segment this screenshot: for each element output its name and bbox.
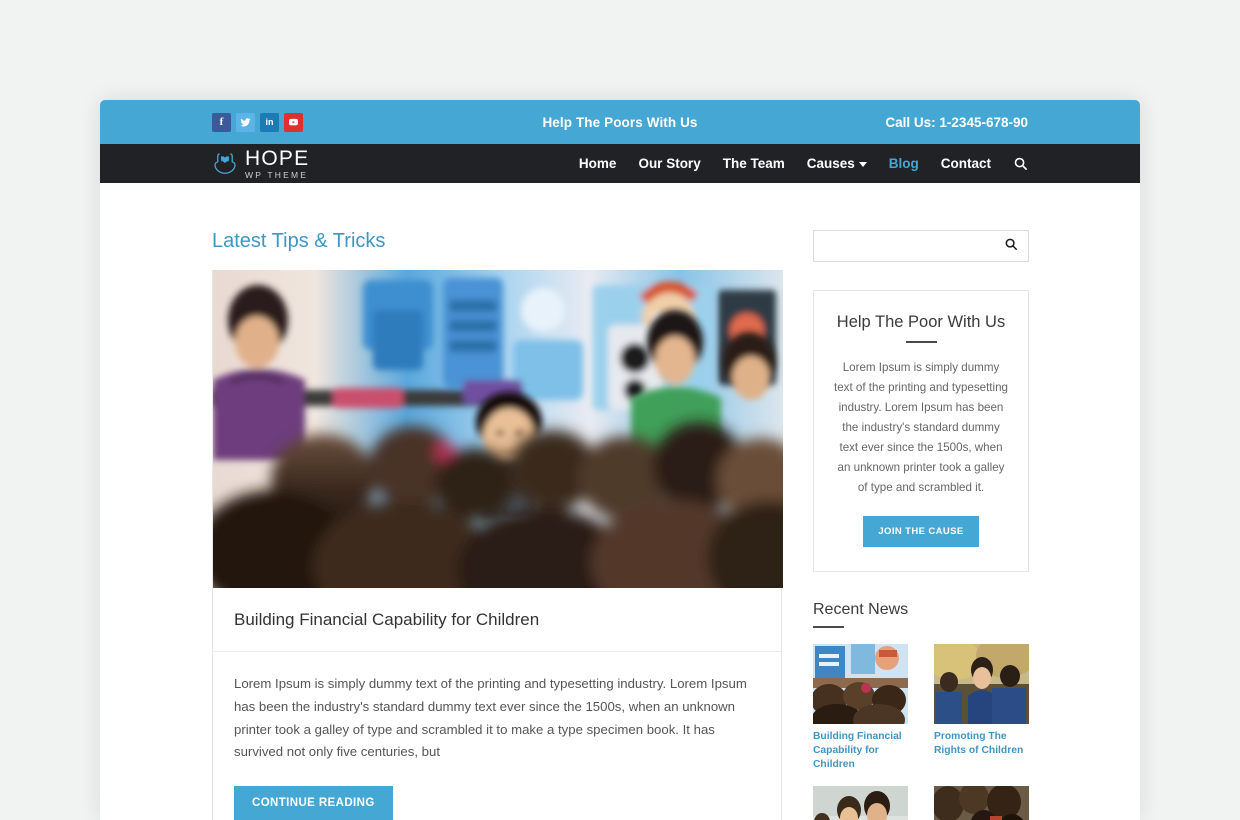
page-title: Latest Tips & Tricks (212, 230, 386, 252)
divider (813, 625, 844, 628)
post-featured-image[interactable] (213, 270, 783, 588)
post-title[interactable]: Building Financial Capability for Childr… (213, 588, 781, 652)
list-item[interactable]: Our donation is hope for poor children (813, 786, 908, 820)
cause-widget: Help The Poor With Us Lorem Ipsum is sim… (813, 290, 1029, 572)
hands-heart-icon (212, 150, 238, 178)
search-icon[interactable] (1004, 237, 1018, 256)
nav-menu: Home Our Story The Team Causes Blog Cont… (579, 156, 1028, 171)
main-navbar: HOPE WP THEME Home Our Story The Team Ca… (100, 144, 1140, 183)
news-thumbnail[interactable] (934, 643, 1029, 724)
continue-reading-button[interactable]: CONTINUE READING (234, 786, 393, 820)
sidebar: Help The Poor With Us Lorem Ipsum is sim… (813, 183, 1029, 820)
search-icon[interactable] (1013, 156, 1028, 171)
brand-name: HOPE (245, 146, 310, 170)
page-content: Latest Tips & Tricks Building Financial … (100, 183, 1140, 820)
nav-item-home[interactable]: Home (579, 156, 617, 171)
news-caption[interactable]: Promoting The Rights of Children (934, 730, 1029, 758)
site-logo[interactable]: HOPE WP THEME (212, 148, 309, 180)
brand-subtitle: WP THEME (245, 169, 309, 180)
recent-news-heading: Recent News (813, 600, 909, 618)
news-thumbnail[interactable] (813, 786, 908, 820)
page-card: f in Help The Poors With Us Call Us: 1-2… (100, 100, 1140, 820)
nav-item-causes[interactable]: Causes (807, 156, 867, 171)
cause-widget-title: Help The Poor With Us (836, 313, 1006, 331)
search-input[interactable] (824, 237, 1004, 255)
news-thumbnail[interactable] (813, 643, 908, 724)
news-thumbnail[interactable] (934, 786, 1029, 820)
nav-item-causes-label: Causes (806, 156, 855, 171)
nav-item-contact[interactable]: Contact (941, 156, 991, 171)
join-the-cause-button[interactable]: JOIN THE CAUSE (863, 515, 979, 547)
nav-item-the-team[interactable]: The Team (723, 156, 785, 171)
topbar-phone[interactable]: Call Us: 1-2345-678-90 (885, 115, 1028, 130)
list-item[interactable]: Make Life Easier for Ebola & Alzheimer (934, 786, 1029, 820)
recent-news-grid: Building Financial Capability for Childr… (813, 643, 1029, 820)
top-bar: f in Help The Poors With Us Call Us: 1-2… (100, 100, 1140, 144)
news-caption[interactable]: Building Financial Capability for Childr… (813, 730, 908, 773)
main-column: Latest Tips & Tricks Building Financial … (212, 183, 783, 820)
list-item[interactable]: Promoting The Rights of Children (934, 643, 1029, 773)
post-excerpt: Lorem Ipsum is simply dummy text of the … (234, 676, 747, 760)
list-item[interactable]: Building Financial Capability for Childr… (813, 643, 908, 773)
post-card: Building Financial Capability for Childr… (212, 270, 783, 820)
nav-item-our-story[interactable]: Our Story (638, 156, 700, 171)
nav-item-blog[interactable]: Blog (889, 156, 919, 171)
divider (905, 341, 937, 343)
sidebar-search[interactable] (813, 230, 1029, 262)
chevron-down-icon (858, 161, 867, 167)
cause-widget-text: Lorem Ipsum is simply dummy text of the … (833, 361, 1009, 494)
